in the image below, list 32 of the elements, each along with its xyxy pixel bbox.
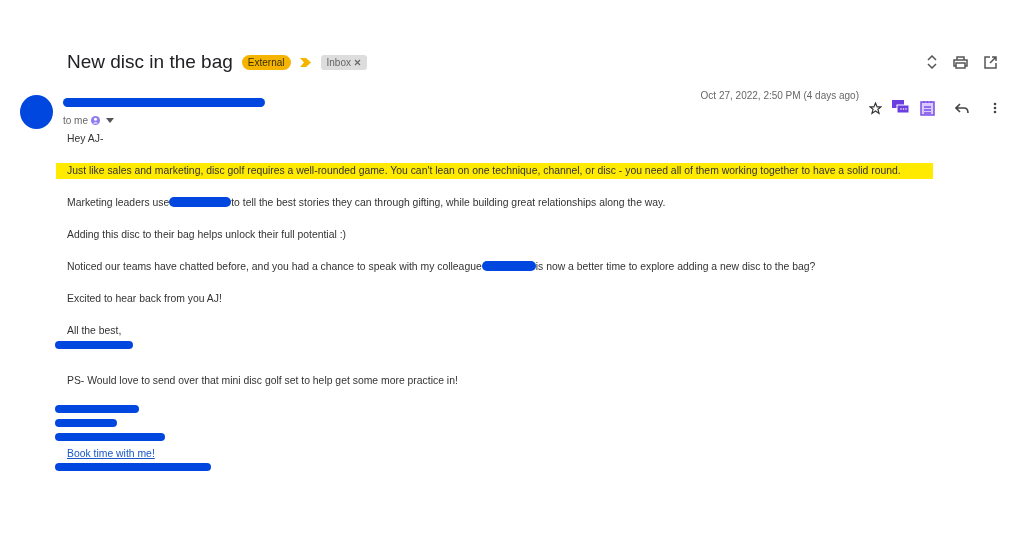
text-fragment: is now a better time to explore adding a new disc to the bag? — [535, 261, 816, 272]
closing-text: All the best, — [67, 324, 123, 338]
text-fragment: Noticed our teams have chatted before, and you had a chance to speak with my colleague — [67, 261, 482, 272]
text-fragment: Marketing leaders use — [67, 197, 170, 208]
text-fragment: to tell the best stories they can through gifting, while building great relationships along the way. — [231, 197, 666, 208]
reply-icon[interactable] — [955, 102, 969, 114]
external-label: External — [241, 54, 291, 70]
person-icon — [91, 116, 100, 125]
star-icon[interactable] — [869, 101, 882, 115]
expand-collapse-icon[interactable] — [927, 55, 937, 69]
inbox-label[interactable]: Inbox — [320, 54, 367, 70]
notes-icon[interactable] — [920, 100, 935, 116]
email-subject: New disc in the bag — [67, 51, 233, 73]
chat-bubbles-icon[interactable] — [892, 100, 910, 116]
print-icon[interactable] — [953, 55, 968, 69]
more-options-icon[interactable] — [993, 102, 997, 114]
redaction-mark — [481, 261, 536, 271]
importance-marker-icon — [299, 57, 311, 67]
booking-link[interactable]: Book time with me! — [67, 447, 155, 461]
highlighted-paragraph: Just like sales and marketing, disc golf requires a well-rounded game. You can't lean on one technique, channel, or disc - you need all of them working together to have a solid round. — [56, 163, 933, 179]
paragraph: Hey AJ- — [67, 132, 105, 146]
redaction-mark — [55, 419, 117, 427]
sender-avatar — [20, 95, 53, 129]
close-icon[interactable] — [354, 58, 361, 66]
paragraph: PS- Would love to send over that mini disc golf set to help get some more practice in! — [67, 374, 459, 388]
paragraph: Excited to hear back from you AJ! — [67, 292, 223, 306]
open-in-new-window-icon[interactable] — [984, 55, 997, 69]
recipient-text: to me — [63, 115, 88, 126]
redaction-mark — [169, 197, 232, 207]
caret-icon[interactable] — [106, 118, 114, 123]
message-date: Oct 27, 2022, 2:50 PM (4 days ago) — [700, 90, 859, 103]
paragraph: Adding this disc to their bag helps unlock their full potential :) — [67, 228, 347, 242]
